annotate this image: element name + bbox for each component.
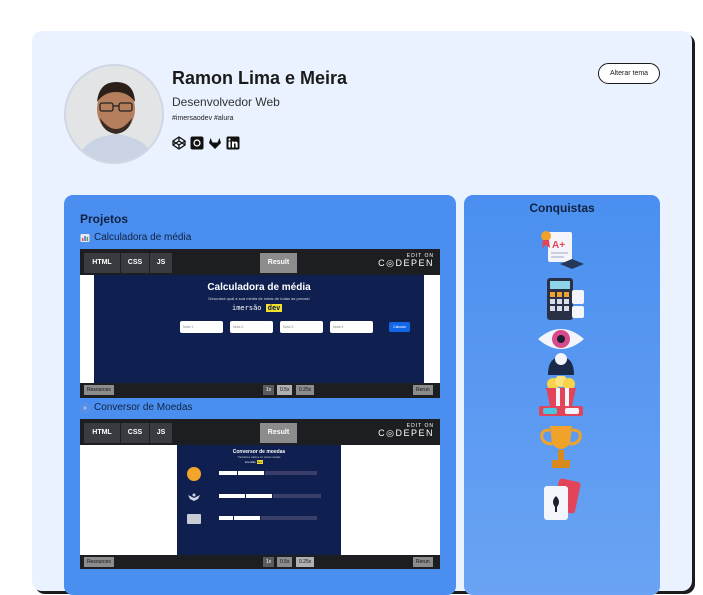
tab-result[interactable]: Result	[260, 253, 297, 273]
cards-icon	[536, 476, 586, 522]
amount-input[interactable]	[219, 494, 245, 498]
currency-select[interactable]	[234, 516, 260, 520]
logo-badge: dev	[265, 304, 283, 312]
app-subtitle: Transforme valores em outras moedas	[237, 456, 281, 459]
certificate-icon: A+	[536, 226, 586, 272]
projects-title: Projetos	[80, 212, 129, 226]
resources-button[interactable]: Resources	[84, 385, 114, 395]
logo-text: imersão	[232, 304, 262, 312]
tab-js[interactable]: JS	[150, 423, 172, 443]
project-item-calculadora[interactable]: Calculadora de média	[80, 232, 191, 243]
imersao-dev-logo: imersão dev	[245, 460, 264, 464]
coin-icon	[80, 402, 90, 413]
app-title: Calculadora de média	[207, 282, 311, 293]
imersao-dev-logo: imersão dev	[232, 304, 283, 312]
embed-result-frame: Calculadora de média Descubra qual a sua…	[80, 275, 440, 383]
result-field	[265, 471, 317, 475]
calculadora-app: Calculadora de média Descubra qual a sua…	[94, 275, 424, 383]
project-item-conversor[interactable]: Conversor de Moedas	[80, 402, 192, 413]
achievements-title: Conquistas	[529, 201, 595, 215]
nota-1-input[interactable]: Nota 1	[180, 321, 223, 333]
profile-tags: #imersaodev #alura	[172, 115, 234, 122]
eye-icon	[536, 323, 586, 375]
currency-row-cash	[187, 512, 317, 526]
nota-3-input[interactable]: Nota 3	[280, 321, 323, 333]
result-field	[261, 516, 317, 520]
zoom-1x-button[interactable]: 1x	[263, 385, 275, 395]
project-label: Calculadora de média	[94, 232, 192, 243]
bitcoin-icon	[187, 467, 201, 481]
app-title: Conversor de moedas	[232, 449, 286, 455]
svg-text:A+: A+	[552, 240, 565, 251]
zoom-05x-button[interactable]: 0.5x	[277, 385, 293, 395]
app-subtitle: Descubra qual a sua média de notas de to…	[208, 296, 310, 301]
currency-select[interactable]	[246, 494, 272, 498]
zoom-05x-button[interactable]: 0.5x	[277, 557, 293, 567]
avatar-photo	[66, 66, 162, 162]
eagle-icon	[187, 490, 201, 504]
embed-footer: Resources 1x 0.5x 0.25x Rerun	[80, 383, 440, 397]
stats-icon	[80, 233, 90, 243]
rerun-button[interactable]: Rerun	[413, 385, 433, 395]
embed-result-frame: Conversor de moedas Transforme valores e…	[80, 445, 440, 555]
rerun-button[interactable]: Rerun	[413, 557, 433, 567]
result-field	[273, 494, 321, 498]
edit-on-codepen-link[interactable]: EDIT ON C◎DEPEN	[378, 253, 434, 268]
nota-4-input[interactable]: Nota 4	[330, 321, 373, 333]
calcular-button[interactable]: Calcular	[389, 322, 410, 332]
codepen-embed-conversor[interactable]: HTML CSS JS Result EDIT ON C◎DEPEN Conve…	[80, 419, 440, 569]
codepen-embed-calculadora[interactable]: HTML CSS JS Result EDIT ON C◎DEPEN Calcu…	[80, 249, 440, 398]
codepen-icon[interactable]	[172, 136, 186, 150]
currency-row-ethereum	[187, 490, 321, 504]
social-links	[172, 136, 240, 150]
embed-footer: Resources 1x 0.5x 0.25x Rerun	[80, 555, 440, 569]
tab-css[interactable]: CSS	[121, 253, 149, 273]
tab-html[interactable]: HTML	[84, 423, 120, 443]
zoom-025x-button[interactable]: 0.25x	[296, 385, 315, 395]
zoom-025x-button[interactable]: 0.25x	[296, 557, 315, 567]
gitlab-icon[interactable]	[208, 136, 222, 150]
profile-name: Ramon Lima e Meira	[172, 68, 348, 88]
resources-button[interactable]: Resources	[84, 557, 114, 567]
avatar	[64, 64, 164, 164]
currency-select[interactable]	[238, 471, 264, 475]
logo-text: imersão	[245, 460, 256, 464]
linkedin-icon[interactable]	[226, 136, 240, 150]
logo-badge: dev	[256, 460, 264, 464]
codepen-logo-text: C◎DEPEN	[378, 428, 434, 438]
zoom-1x-button[interactable]: 1x	[263, 557, 275, 567]
tab-result[interactable]: Result	[260, 423, 297, 443]
tab-html[interactable]: HTML	[84, 253, 120, 273]
amount-input[interactable]	[219, 516, 233, 520]
github-icon[interactable]	[190, 136, 204, 150]
codepen-logo-text: C◎DEPEN	[378, 258, 434, 268]
popcorn-icon	[536, 375, 586, 422]
embed-toolbar: HTML CSS JS Result EDIT ON C◎DEPEN	[80, 419, 440, 445]
currency-row-bitcoin	[187, 467, 317, 481]
embed-toolbar: HTML CSS JS Result EDIT ON C◎DEPEN	[80, 249, 440, 275]
tab-js[interactable]: JS	[150, 253, 172, 273]
nota-2-input[interactable]: Nota 2	[230, 321, 273, 333]
project-label: Conversor de Moedas	[94, 402, 193, 413]
banknote-icon	[187, 514, 201, 524]
tab-css[interactable]: CSS	[121, 423, 149, 443]
trophy-icon	[536, 424, 586, 470]
amount-input[interactable]	[219, 471, 237, 475]
change-theme-button[interactable]: Alterar tema	[598, 63, 660, 84]
edit-on-codepen-link[interactable]: EDIT ON C◎DEPEN	[378, 423, 434, 438]
conversor-app: Conversor de moedas Transforme valores e…	[177, 445, 341, 555]
profile-role: Desenvolvedor Web	[172, 95, 280, 109]
calculator-icon	[536, 276, 586, 322]
